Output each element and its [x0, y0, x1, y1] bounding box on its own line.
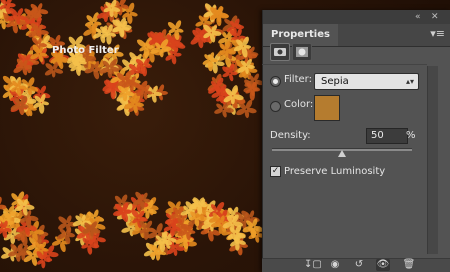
delete-icon[interactable]: 🗑 — [402, 259, 416, 271]
filter-label: Filter: — [284, 74, 312, 85]
close-icon[interactable]: ✕ — [431, 11, 439, 23]
reset-icon[interactable]: ↺ — [352, 259, 366, 271]
color-label: Color: — [284, 99, 314, 110]
density-input[interactable]: 50 — [366, 128, 408, 144]
filter-radio[interactable] — [270, 76, 281, 87]
filter-select[interactable]: Sepia ▴▾ — [314, 73, 419, 90]
adjustment-title: Photo Filter — [52, 45, 119, 56]
density-label: Density: — [270, 130, 311, 141]
color-swatch[interactable] — [314, 95, 340, 121]
color-radio[interactable] — [270, 101, 281, 112]
density-unit: % — [406, 130, 416, 141]
collapse-icon[interactable]: « — [415, 11, 421, 23]
preserve-luminosity-label: Preserve Luminosity — [284, 166, 386, 177]
divider — [262, 64, 427, 65]
clip-to-layer-icon[interactable]: ↧▢ — [304, 259, 322, 271]
panel-scrollbar[interactable] — [427, 66, 438, 254]
adjustment-icon[interactable] — [270, 43, 290, 61]
view-previous-state-icon[interactable]: ◉ — [328, 259, 342, 271]
properties-panel: « ✕ Properties ▾≡ — [262, 10, 450, 272]
density-slider-thumb[interactable] — [338, 150, 346, 157]
preserve-luminosity-checkbox[interactable]: ✓ — [270, 166, 281, 177]
toggle-visibility-icon[interactable]: 👁 — [376, 259, 390, 271]
panel-tab-row: Properties ▾≡ — [263, 24, 450, 47]
filter-select-value: Sepia — [321, 76, 349, 87]
panel-top-bar: « ✕ — [263, 10, 450, 24]
panel-menu-icon[interactable]: ▾≡ — [430, 28, 445, 40]
photoshop-workspace: « ✕ Properties ▾≡ Photo Filter Filter: S… — [0, 0, 450, 272]
select-arrows-icon: ▴▾ — [405, 77, 414, 86]
mask-icon[interactable] — [292, 43, 312, 61]
